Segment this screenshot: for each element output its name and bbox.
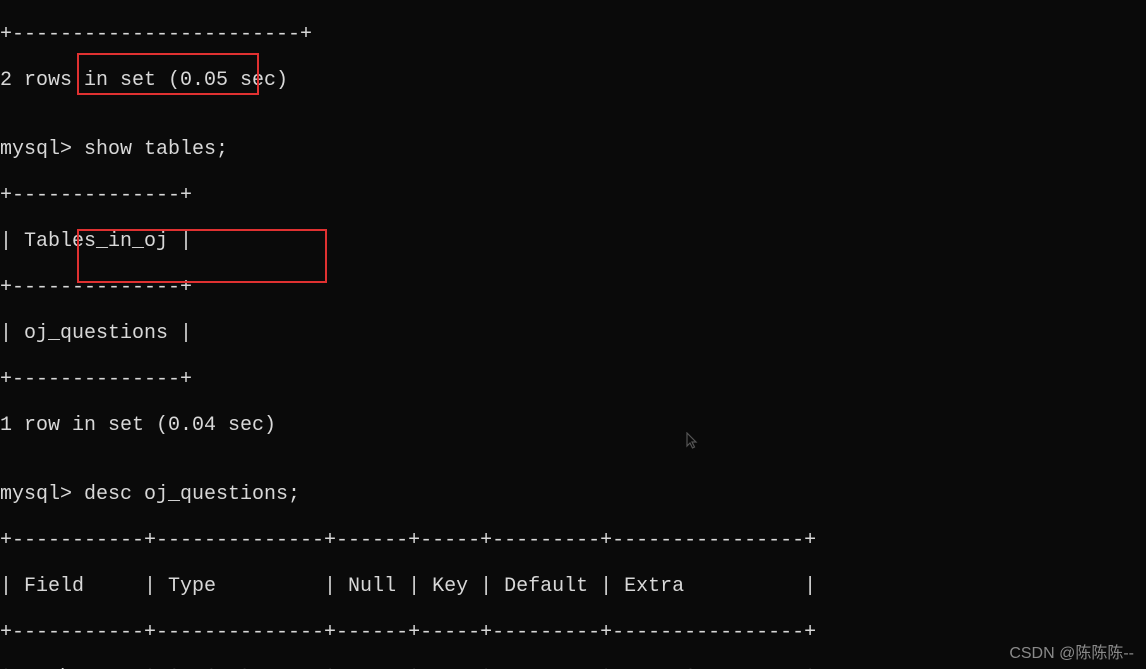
terminal-output[interactable]: +------------------------+ 2 rows in set… [0,0,1146,669]
command-show-tables: show tables; [72,138,228,161]
desc-separator: +-----------+--------------+------+-----… [0,621,1146,644]
separator-line: +------------------------+ [0,23,1146,46]
prompt-line-desc: mysql> desc oj_questions; [0,483,1146,506]
tables-separator: +--------------+ [0,184,1146,207]
mysql-prompt: mysql> [0,483,72,506]
desc-header-row: | Field | Type | Null | Key | Default | … [0,575,1146,598]
rows-count-line: 2 rows in set (0.05 sec) [0,69,1146,92]
watermark-text: CSDN @陈陈陈-- [1009,639,1134,663]
mysql-prompt: mysql> [0,138,72,161]
tables-separator: +--------------+ [0,368,1146,391]
tables-header: | Tables_in_oj | [0,230,1146,253]
desc-separator: +-----------+--------------+------+-----… [0,529,1146,552]
tables-row: | oj_questions | [0,322,1146,345]
rows-count-line: 1 row in set (0.04 sec) [0,414,1146,437]
prompt-line-show-tables: mysql> show tables; [0,138,1146,161]
tables-separator: +--------------+ [0,276,1146,299]
command-desc: desc oj_questions; [72,483,300,506]
